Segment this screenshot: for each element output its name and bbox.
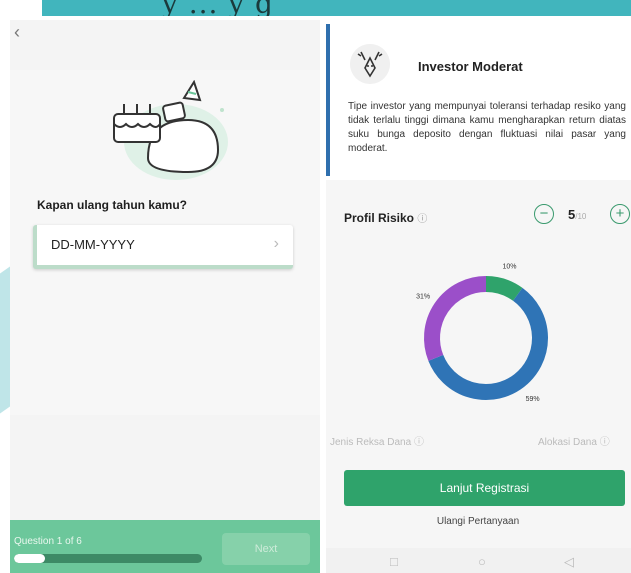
home-icon[interactable]: ○ — [478, 554, 486, 569]
decrease-risk-button[interactable]: − — [534, 204, 554, 224]
info-icon: ⓘ — [413, 437, 424, 448]
top-banner: y ... y g — [42, 0, 631, 16]
chevron-right-icon: › — [273, 235, 279, 252]
decor-stripe — [0, 266, 10, 414]
question-footer: Question 1 of 6 Next — [10, 520, 320, 573]
risk-level: 5/10 — [568, 207, 586, 222]
banner-text: y ... y g — [162, 0, 274, 16]
allocation-label[interactable]: Alokasi Dana ⓘ — [538, 433, 610, 448]
info-icon[interactable]: ⓘ — [417, 214, 427, 225]
back-chevron-icon[interactable]: ‹ — [14, 22, 20, 43]
risk-profile-label: Profil Risiko ⓘ — [344, 210, 427, 225]
allocation-text: Alokasi Dana — [538, 437, 597, 448]
info-icon: ⓘ — [599, 437, 610, 448]
birthday-panel: ‹ Kapan ulang tahun kamu? DD-MM-YYYY › Q… — [10, 20, 320, 573]
allocation-donut-chart: 10% 59% 31% — [416, 264, 548, 403]
birthday-cake-illustration — [113, 80, 228, 180]
fund-type-text: Jenis Reksa Dana — [330, 437, 412, 448]
android-nav-bar: □ ○ ◁ — [326, 548, 631, 573]
risk-profile-panel: Investor Moderat Tipe investor yang memp… — [326, 20, 631, 573]
risk-profile-text: Profil Risiko — [344, 211, 415, 225]
donut-label-1: 59% — [526, 396, 540, 403]
donut-label-2: 31% — [416, 293, 430, 300]
progress-bar — [14, 554, 202, 563]
investor-type-description: Tipe investor yang mempunyai toleransi t… — [348, 101, 626, 154]
increase-risk-button[interactable]: + — [610, 204, 630, 224]
birthdate-field[interactable]: DD-MM-YYYY › — [33, 225, 293, 269]
progress-fill — [14, 554, 46, 563]
birthday-question: Kapan ulang tahun kamu? — [37, 198, 188, 212]
deer-icon — [350, 44, 390, 84]
donut-slice-2 — [424, 276, 487, 361]
investor-type-title: Investor Moderat — [418, 59, 523, 74]
recent-apps-icon[interactable]: □ — [390, 554, 398, 569]
donut-slice-1 — [428, 287, 548, 400]
donut-slice-0 — [485, 276, 523, 302]
retake-questions-link[interactable]: Ulangi Pertanyaan — [318, 516, 631, 527]
donut-label-0: 10% — [502, 264, 516, 271]
next-button[interactable]: Next — [222, 533, 310, 565]
back-triangle-icon[interactable]: ◁ — [564, 554, 574, 570]
birthdate-placeholder: DD-MM-YYYY — [51, 237, 135, 252]
question-counter: Question 1 of 6 — [14, 536, 82, 547]
profile-card: Investor Moderat Tipe investor yang memp… — [330, 24, 631, 176]
fund-type-label[interactable]: Jenis Reksa Dana ⓘ — [330, 433, 424, 448]
risk-level-max: /10 — [575, 212, 587, 221]
continue-registration-button[interactable]: Lanjut Registrasi — [344, 470, 625, 506]
